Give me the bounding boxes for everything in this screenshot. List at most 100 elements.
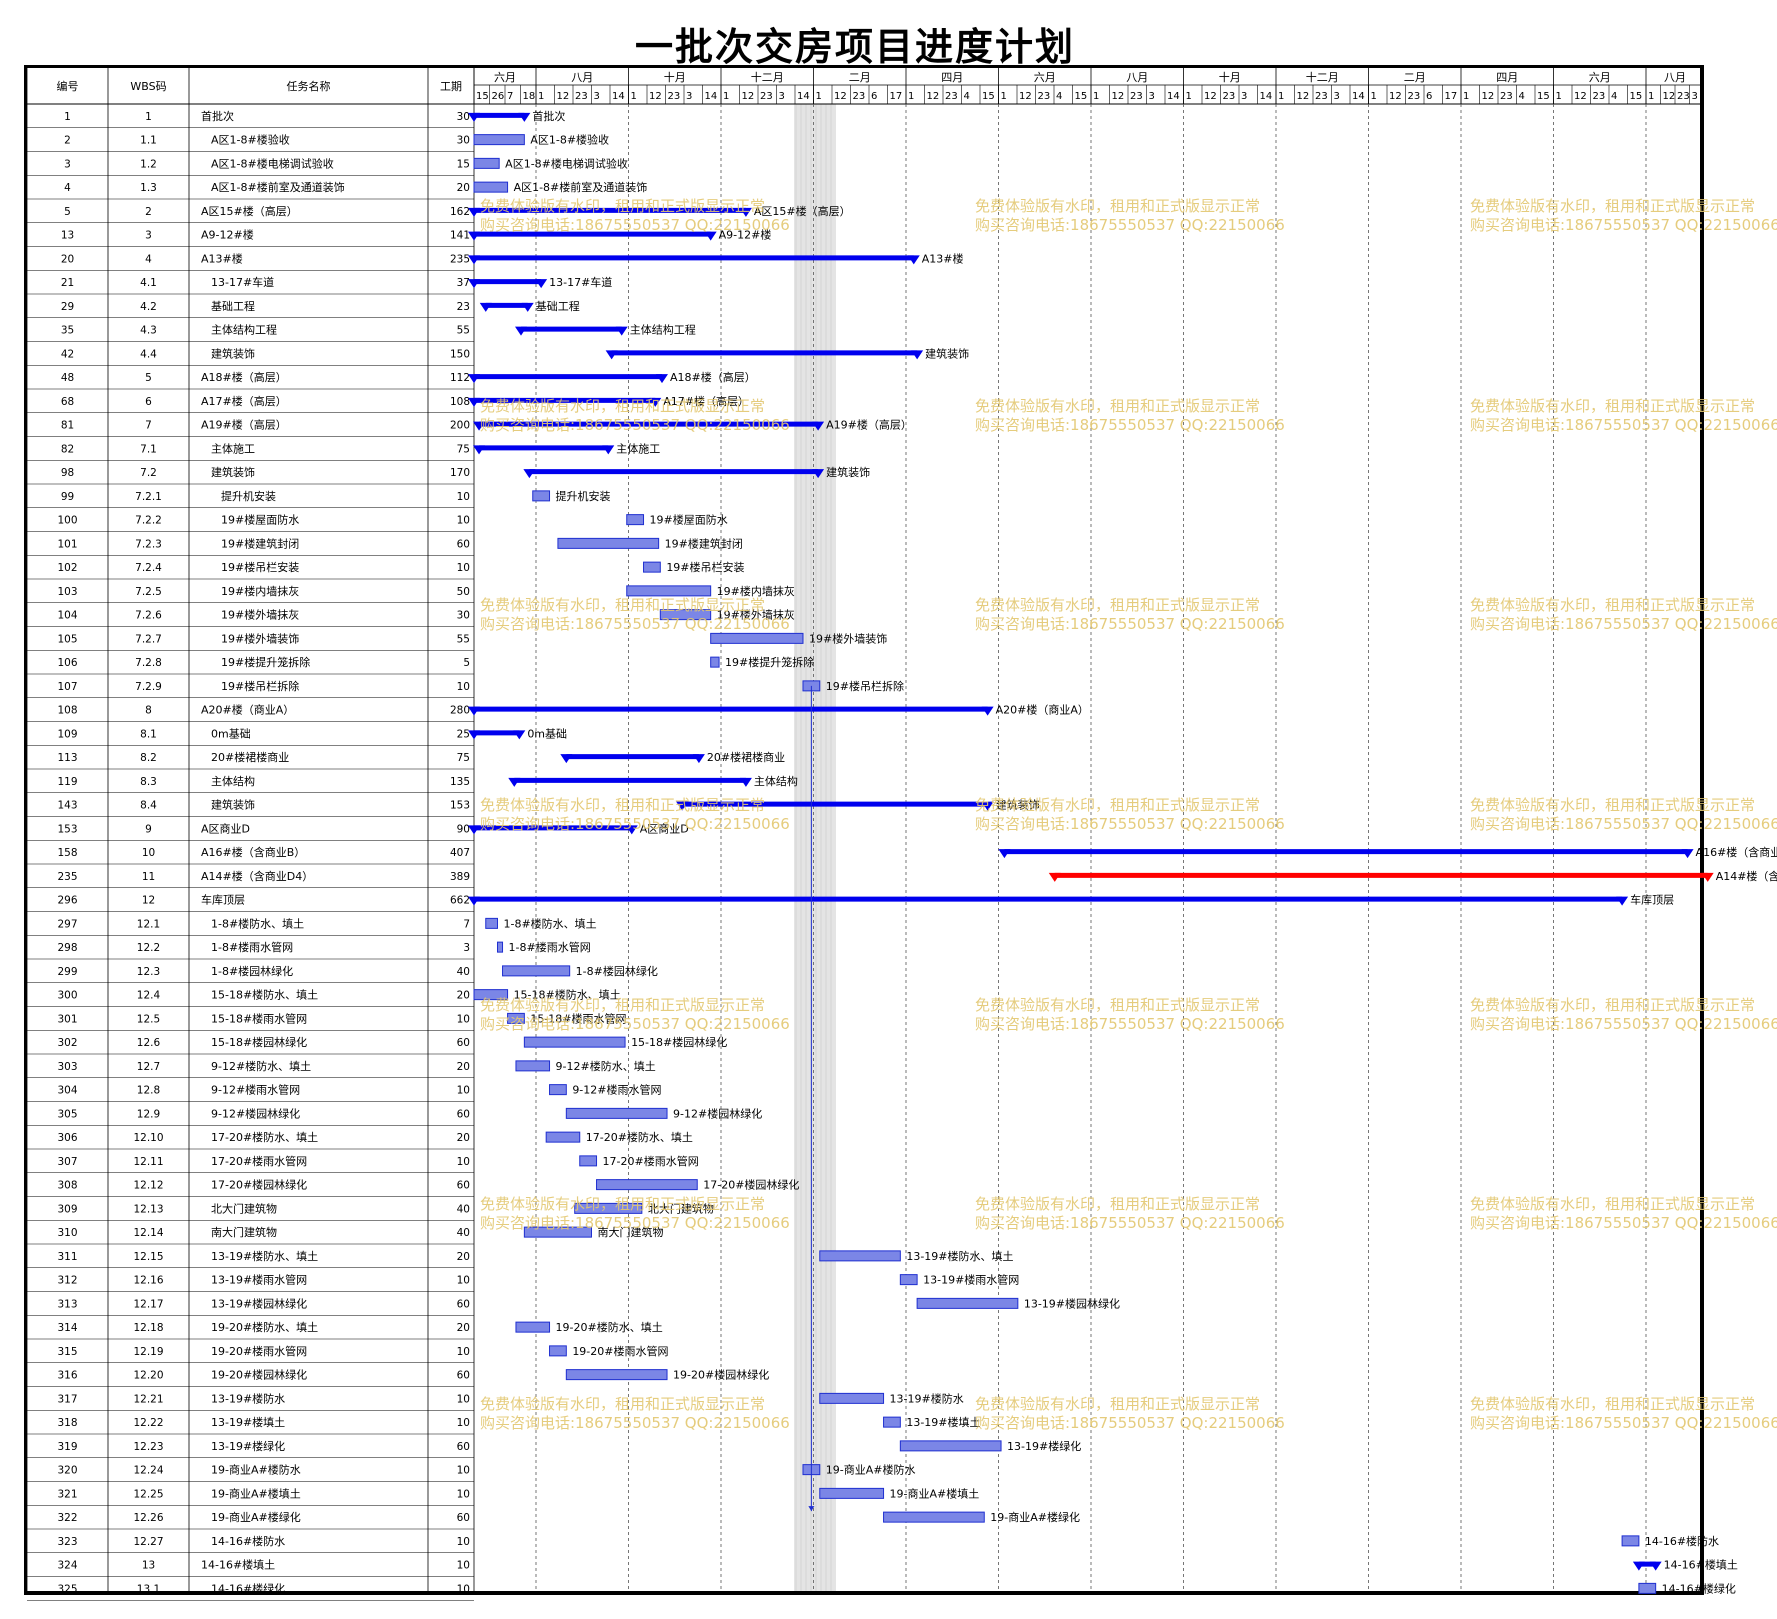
tick-label: 23 [1408,91,1421,102]
summary-bar[interactable] [1054,872,1708,878]
task-bar[interactable] [659,609,712,621]
summary-bar[interactable] [485,302,528,308]
task-bar[interactable] [574,1202,643,1214]
task-bar[interactable] [473,181,509,193]
task-bar[interactable] [819,1487,885,1499]
summary-bar[interactable] [474,896,1623,902]
task-name: 19#楼提升笼拆除 [221,655,310,669]
task-bar[interactable] [532,490,551,502]
task-bar[interactable] [549,1345,567,1357]
tick-label: 7 [507,91,513,102]
task-name: 14-16#楼填土 [201,1558,275,1572]
task-duration: 7 [463,918,470,930]
summary-bar[interactable] [474,279,542,285]
task-name: 19-20#楼防水、填土 [211,1320,318,1334]
tick-label: 12 [834,91,847,102]
tick-label: 23 [853,91,866,102]
summary-bar[interactable] [474,112,525,118]
summary-bar[interactable] [474,397,656,403]
task-bar[interactable] [643,561,661,573]
task-bar[interactable] [485,917,498,929]
task-wbs: 3 [145,230,152,242]
summary-bar[interactable] [520,326,622,332]
task-bar[interactable] [1638,1582,1657,1594]
task-bar[interactable] [710,632,804,644]
task-bar[interactable] [883,1511,985,1523]
task-duration: 60 [457,1441,470,1453]
task-wbs: 7.2 [140,467,157,479]
tick-label: 23 [1038,91,1051,102]
task-duration: 40 [457,1203,470,1215]
summary-bar-label: 首批次 [532,109,565,123]
task-bar[interactable] [626,514,645,526]
summary-bar[interactable] [682,801,988,807]
task-bar[interactable] [710,656,720,668]
summary-bar[interactable] [514,777,746,783]
task-wbs: 7.2.9 [135,681,162,693]
task-name: 13-19#楼防水 [211,1391,285,1405]
task-bar[interactable] [883,1416,901,1428]
task-wbs: 12.20 [133,1370,163,1382]
task-name: 19#楼内墙抹灰 [221,584,299,598]
task-duration: 10 [457,1393,470,1405]
task-bar[interactable] [545,1131,581,1143]
task-wbs: 7.1 [140,443,157,455]
task-bar[interactable] [515,1321,551,1333]
task-bar[interactable] [565,1107,668,1119]
task-duration: 10 [457,1013,470,1025]
task-bar[interactable] [579,1155,598,1167]
task-wbs: 12.18 [133,1322,163,1334]
task-bar[interactable] [819,1250,901,1262]
summary-bar[interactable] [474,825,632,831]
task-bar[interactable] [1621,1535,1640,1547]
summary-bar[interactable] [479,421,819,427]
task-bar[interactable] [916,1297,1019,1309]
task-duration: 170 [450,467,470,479]
task-bar[interactable] [496,941,504,953]
task-wbs: 12.25 [133,1488,163,1500]
task-bar[interactable] [557,537,660,549]
tick-label: 3 [594,91,600,102]
task-name: 建筑装饰 [211,798,255,812]
summary-bar[interactable] [566,754,699,760]
task-id: 313 [57,1298,77,1310]
task-bar-label: 19-20#楼园林绿化 [673,1368,769,1382]
task-bar-label: 14-16#楼防水 [1645,1534,1719,1548]
task-id: 108 [57,705,77,717]
task-bar[interactable] [473,989,509,1001]
task-bar[interactable] [473,134,525,146]
summary-bar[interactable] [611,350,918,356]
task-bar[interactable] [523,1226,592,1238]
task-bar[interactable] [549,1084,567,1096]
summary-bar[interactable] [474,231,711,237]
task-bar[interactable] [596,1179,698,1191]
tick-label: 1 [538,91,544,102]
task-bar[interactable] [626,585,712,597]
task-bar[interactable] [819,1392,885,1404]
summary-bar[interactable] [474,706,988,712]
task-name: 1-8#楼园林绿化 [211,964,293,978]
summary-bar[interactable] [474,207,746,213]
task-bar[interactable] [502,965,571,977]
summary-bar[interactable] [529,469,819,475]
task-bar[interactable] [523,1036,626,1048]
summary-bar[interactable] [474,255,914,261]
task-wbs: 4.1 [140,277,157,289]
summary-bar-label: A17#楼（高层） [663,394,749,408]
task-bar[interactable] [899,1274,918,1286]
month-label: 十二月 [1306,70,1339,84]
task-bar[interactable] [565,1369,668,1381]
summary-bar[interactable] [474,374,662,380]
summary-bar[interactable] [1004,849,1688,855]
task-bar[interactable] [473,157,500,169]
task-name: 14-16#楼防水 [211,1534,285,1548]
task-bar[interactable] [899,1440,1002,1452]
tick-label: 14 [705,91,718,102]
summary-bar[interactable] [479,445,609,451]
tick-label: 4 [964,91,970,102]
task-bar[interactable] [507,1012,525,1024]
summary-bar[interactable] [474,730,520,736]
tick-label: 12 [1482,91,1495,102]
task-bar[interactable] [515,1060,551,1072]
tick-label: 12 [1019,91,1032,102]
